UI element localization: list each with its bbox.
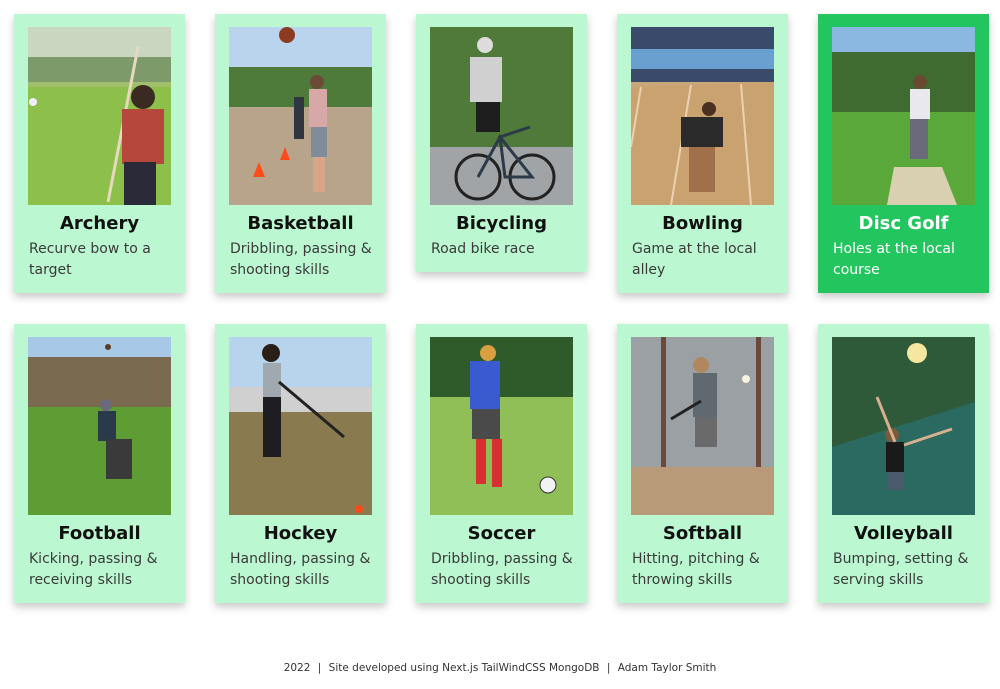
- footer-year: 2022: [283, 662, 311, 674]
- card-title: Bowling: [662, 213, 743, 234]
- card-football[interactable]: Football Kicking, passing & receiving sk…: [14, 324, 185, 603]
- soccer-photo: [430, 337, 573, 515]
- card-description: Dribbling, passing & shooting skills: [230, 241, 372, 278]
- card-description: Game at the local alley: [632, 241, 757, 278]
- card-description: Kicking, passing & receiving skills: [29, 551, 158, 588]
- volleyball-photo: [832, 337, 975, 515]
- hockey-photo: [229, 337, 372, 515]
- basketball-photo: [229, 27, 372, 205]
- bowling-photo: [631, 27, 774, 205]
- activity-grid: Archery Recurve bow to a target Basketba…: [14, 14, 989, 604]
- softball-photo: [631, 337, 774, 515]
- card-description: Hitting, pitching & throwing skills: [632, 551, 760, 588]
- card-basketball[interactable]: Basketball Dribbling, passing & shooting…: [215, 14, 386, 293]
- card-bowling[interactable]: Bowling Game at the local alley: [617, 14, 788, 293]
- card-title: Hockey: [263, 523, 338, 544]
- footer: 2022 | Site developed using Next.js Tail…: [0, 662, 1000, 674]
- card-description: Road bike race: [431, 241, 535, 257]
- card-softball[interactable]: Softball Hitting, pitching & throwing sk…: [617, 324, 788, 603]
- card-hockey[interactable]: Hockey Handling, passing & shooting skil…: [215, 324, 386, 603]
- card-title: Basketball: [247, 213, 354, 234]
- card-title: Football: [58, 523, 141, 544]
- card-title: Softball: [662, 523, 743, 544]
- card-archery[interactable]: Archery Recurve bow to a target: [14, 14, 185, 293]
- footer-separator: |: [317, 662, 322, 674]
- card-title: Soccer: [467, 523, 536, 544]
- card-description: Holes at the local course: [833, 241, 955, 278]
- card-title: Disc Golf: [858, 213, 949, 234]
- card-title: Volleyball: [854, 523, 953, 544]
- card-bicycling[interactable]: Bicycling Road bike race: [416, 14, 587, 272]
- archery-photo: [28, 27, 171, 205]
- footer-separator: |: [606, 662, 611, 674]
- card-title: Archery: [59, 213, 140, 234]
- footer-credits: Site developed using Next.js TailWindCSS…: [328, 662, 600, 674]
- football-photo: [28, 337, 171, 515]
- card-description: Recurve bow to a target: [29, 241, 151, 278]
- card-volleyball[interactable]: Volleyball Bumping, setting & serving sk…: [818, 324, 989, 603]
- card-disc-golf[interactable]: Disc Golf Holes at the local course: [818, 14, 989, 293]
- card-title: Bicycling: [455, 213, 547, 234]
- card-description: Bumping, setting & serving skills: [833, 551, 969, 588]
- card-soccer[interactable]: Soccer Dribbling, passing & shooting ski…: [416, 324, 587, 603]
- card-description: Dribbling, passing & shooting skills: [431, 551, 573, 588]
- footer-author: Adam Taylor Smith: [617, 662, 717, 674]
- bicycling-photo: [430, 27, 573, 205]
- card-description: Handling, passing & shooting skills: [230, 551, 371, 588]
- disc-golf-photo: [832, 27, 975, 205]
